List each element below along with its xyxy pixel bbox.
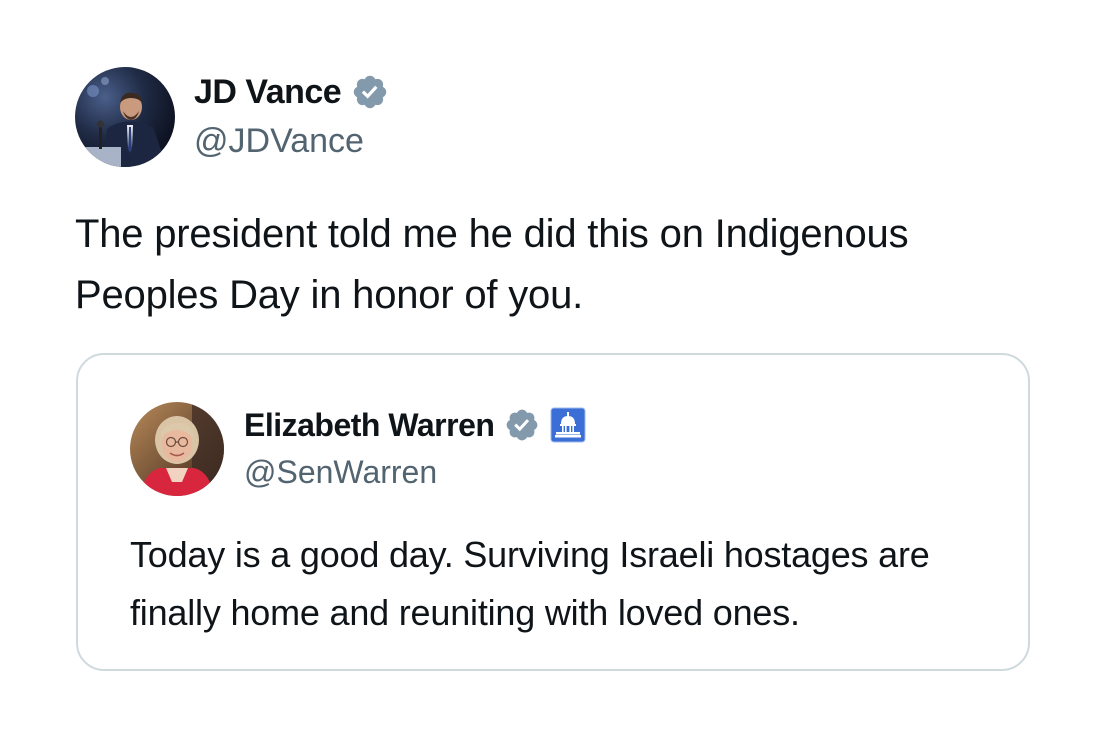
quoted-tweet-card[interactable]: Elizabeth Warren @SenWarren Today is a g… (76, 353, 1030, 671)
author-handle[interactable]: @JDVance (194, 122, 364, 161)
tweet-text: The president told me he did this on Ind… (75, 212, 909, 317)
tweet: JD Vance @JDVance The president told me … (0, 0, 1104, 742)
verified-badge-icon[interactable] (504, 407, 540, 443)
author-name-row: JD Vance (194, 70, 389, 114)
quoted-tweet-text: Today is a good day. Surviving Israeli h… (130, 534, 930, 633)
quoted-author-name[interactable]: Elizabeth Warren (244, 407, 495, 444)
quoted-author-handle[interactable]: @SenWarren (244, 454, 437, 491)
capitol-building-icon[interactable] (550, 407, 586, 443)
quoted-author-avatar[interactable] (130, 402, 224, 496)
author-name[interactable]: JD Vance (194, 73, 342, 112)
verified-badge-icon[interactable] (351, 73, 389, 111)
quoted-author-name-row: Elizabeth Warren (244, 403, 586, 447)
author-avatar[interactable] (75, 67, 175, 167)
